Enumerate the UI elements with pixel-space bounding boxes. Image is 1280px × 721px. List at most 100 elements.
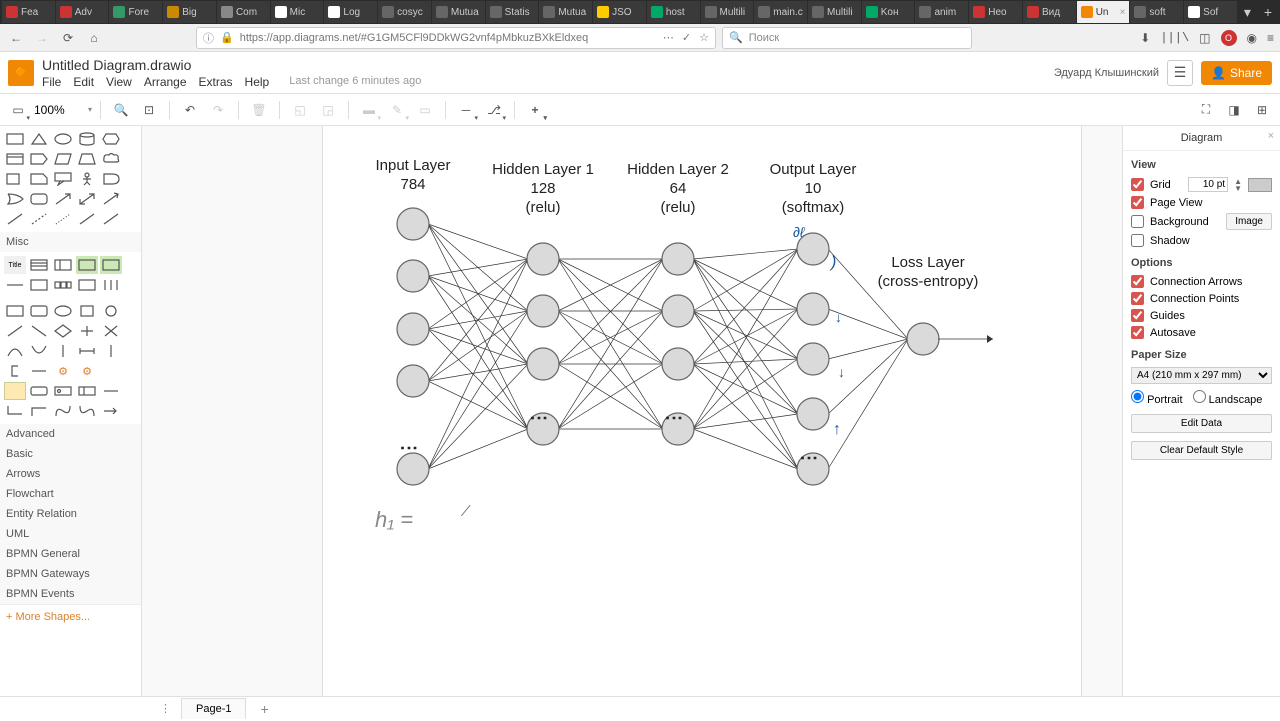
zoom-fit-button[interactable]: ⊡ — [137, 98, 161, 122]
reload-button[interactable]: ⟳ — [58, 28, 78, 48]
home-button[interactable]: ⌂ — [84, 28, 104, 48]
zoom-select[interactable] — [34, 103, 84, 117]
shape-elbow[interactable] — [4, 402, 26, 420]
view-mode-button[interactable]: ▭ — [6, 98, 30, 122]
edit-data-button[interactable]: Edit Data — [1131, 414, 1272, 433]
shape-button4[interactable] — [76, 382, 98, 400]
shape-cloud[interactable] — [100, 150, 122, 168]
fullscreen-button[interactable]: ⛶ — [1194, 98, 1218, 122]
outline-panel-button[interactable]: ⊞ — [1250, 98, 1274, 122]
browser-tab-active[interactable]: Un× — [1077, 1, 1130, 23]
browser-tab[interactable]: Mutua — [539, 1, 592, 23]
shape-misc[interactable]: Title — [4, 256, 26, 274]
menu-icon[interactable]: ≡ — [1267, 31, 1274, 45]
palette-advanced[interactable]: Advanced — [0, 424, 141, 444]
browser-tab[interactable]: Mic — [271, 1, 324, 23]
palette-misc[interactable]: Misc — [0, 232, 141, 252]
shape-curve[interactable] — [4, 342, 26, 360]
browser-tab[interactable]: host — [647, 1, 700, 23]
shape-dotted-line[interactable] — [52, 210, 74, 228]
grid-size-stepper[interactable]: ▲▼ — [1234, 178, 1242, 192]
browser-tab[interactable]: Mutua — [432, 1, 485, 23]
background-image-button[interactable]: Image — [1226, 213, 1272, 230]
shield-icon[interactable]: ⓘ — [203, 30, 214, 46]
pageview-checkbox[interactable] — [1131, 196, 1144, 209]
shape-bidir-arrow[interactable] — [76, 190, 98, 208]
shape-diag2[interactable] — [28, 322, 50, 340]
page-tab-1[interactable]: Page-1 — [181, 698, 246, 719]
shape-vert2[interactable] — [100, 342, 122, 360]
shape-misc[interactable] — [52, 256, 74, 274]
shape-callout[interactable] — [52, 170, 74, 188]
landscape-radio[interactable]: Landscape — [1193, 390, 1263, 406]
browser-tab[interactable]: Fore — [109, 1, 162, 23]
shape-s-curve2[interactable] — [76, 402, 98, 420]
shape-note[interactable] — [28, 170, 50, 188]
bookmark-icon[interactable]: ☆ — [699, 31, 709, 44]
browser-tab[interactable]: Heo — [969, 1, 1022, 23]
browser-search[interactable]: 🔍 Поиск — [722, 27, 972, 49]
shape-trapezoid[interactable] — [76, 150, 98, 168]
browser-tab[interactable]: main.c — [754, 1, 807, 23]
account-icon[interactable]: ◉ — [1247, 31, 1257, 45]
shapes-sidebar[interactable]: Misc Title — [0, 126, 142, 696]
shape-actor[interactable] — [76, 170, 98, 188]
insert-button[interactable]: + — [523, 98, 547, 122]
redo-button[interactable]: ↷ — [206, 98, 230, 122]
canvas[interactable]: Input Layer784 Hidden Layer 1128(relu) H… — [142, 126, 1122, 696]
browser-tab[interactable]: Fea — [2, 1, 55, 23]
shape-triangle[interactable] — [28, 130, 50, 148]
shape-card[interactable] — [4, 150, 26, 168]
shape-rounded2[interactable] — [28, 302, 50, 320]
add-page-button[interactable]: + — [246, 697, 282, 721]
browser-tab[interactable]: Bид — [1023, 1, 1076, 23]
clear-style-button[interactable]: Clear Default Style — [1131, 441, 1272, 460]
list-tabs-icon[interactable]: ▾ — [1238, 4, 1257, 21]
back-button[interactable]: ← — [6, 28, 26, 48]
browser-tab[interactable]: soft — [1130, 1, 1183, 23]
shape-button2[interactable] — [28, 382, 50, 400]
palette-bpmn-gateways[interactable]: BPMN Gateways — [0, 564, 141, 584]
shape-dashed-line[interactable] — [28, 210, 50, 228]
line-color-button[interactable]: ✎ — [385, 98, 409, 122]
shape-ellipse2[interactable] — [52, 302, 74, 320]
grid-color-swatch[interactable] — [1248, 178, 1272, 192]
shape-blank[interactable] — [100, 362, 122, 380]
shape-misc[interactable] — [100, 256, 122, 274]
shadow-checkbox[interactable] — [1131, 234, 1144, 247]
autosave-checkbox[interactable] — [1131, 326, 1144, 339]
delete-button[interactable]: 🗑 — [247, 98, 271, 122]
library-icon[interactable]: |||\ — [1160, 31, 1189, 45]
shape-hline2[interactable] — [100, 382, 122, 400]
shape-arrow-r[interactable] — [100, 402, 122, 420]
shape-rounded[interactable] — [28, 190, 50, 208]
user-name[interactable]: Эдуард Клышинский — [1054, 67, 1159, 79]
shape-misc[interactable] — [52, 276, 74, 294]
menu-arrange[interactable]: Arrange — [144, 75, 187, 89]
shape-step[interactable] — [28, 150, 50, 168]
connection-button[interactable]: ─ — [454, 98, 478, 122]
shape-ellipse[interactable] — [52, 130, 74, 148]
to-back-button[interactable]: ◲ — [316, 98, 340, 122]
shape-button3[interactable] — [52, 382, 74, 400]
palette-uml[interactable]: UML — [0, 524, 141, 544]
browser-tab[interactable]: Sof — [1184, 1, 1237, 23]
menu-edit[interactable]: Edit — [73, 75, 94, 89]
background-checkbox[interactable] — [1131, 215, 1144, 228]
browser-tab[interactable]: JSO — [593, 1, 646, 23]
zoom-in-button[interactable]: 🔍 — [109, 98, 133, 122]
shape-bracket[interactable] — [4, 362, 26, 380]
shape-x[interactable] — [100, 322, 122, 340]
adblock-icon[interactable]: O — [1221, 30, 1237, 46]
shape-rect[interactable] — [4, 130, 26, 148]
shape-hexagon[interactable] — [100, 130, 122, 148]
grid-size-input[interactable] — [1188, 177, 1228, 192]
document-title[interactable]: Untitled Diagram.drawio — [42, 57, 421, 73]
palette-arrows[interactable]: Arrows — [0, 464, 141, 484]
browser-tab[interactable]: Adv — [56, 1, 109, 23]
shape-document[interactable] — [4, 170, 26, 188]
shape-parallelogram[interactable] — [52, 150, 74, 168]
conn-points-checkbox[interactable] — [1131, 292, 1144, 305]
last-change-label[interactable]: Last change 6 minutes ago — [289, 75, 421, 89]
palette-basic[interactable]: Basic — [0, 444, 141, 464]
